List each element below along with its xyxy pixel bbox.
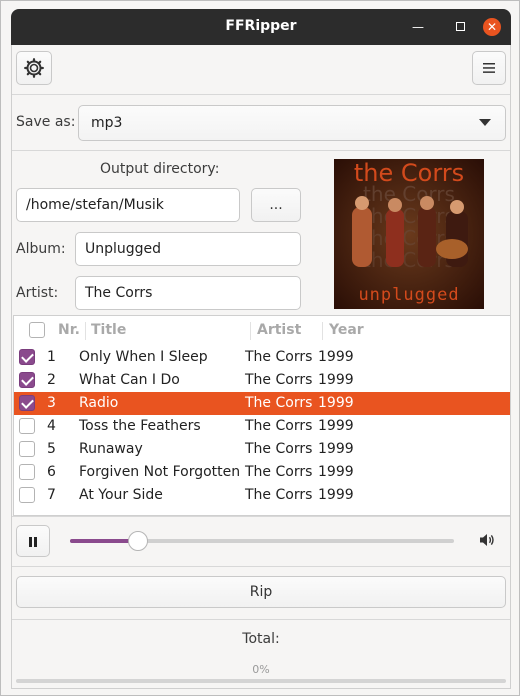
track-title: What Can I Do <box>79 372 180 388</box>
album-cover: the Corrs the Corrs the Corrs the Corrs … <box>334 159 484 309</box>
column-divider <box>250 322 251 340</box>
track-number: 3 <box>47 395 56 411</box>
rip-button[interactable]: Rip <box>16 576 506 608</box>
slider-handle[interactable] <box>127 531 148 551</box>
table-row[interactable]: 4 Toss the Feathers The Corrs 1999 <box>14 415 510 438</box>
track-artist: The Corrs <box>245 487 313 503</box>
cover-top-text: the Corrs <box>353 159 465 187</box>
chevron-down-icon <box>479 119 491 126</box>
total-progress-bar <box>16 679 506 683</box>
album-label: Album: <box>16 241 66 257</box>
track-number: 4 <box>47 418 56 434</box>
settings-button[interactable] <box>16 51 52 85</box>
column-divider <box>85 322 86 340</box>
slider-fill <box>70 539 136 543</box>
rip-separator <box>12 619 510 620</box>
album-input[interactable]: Unplugged <box>75 232 301 266</box>
output-directory-label: Output directory: <box>100 161 220 177</box>
track-title: Forgiven Not Forgotten <box>79 464 241 480</box>
track-artist: The Corrs <box>245 441 313 457</box>
gear-icon <box>24 58 44 78</box>
column-header-artist[interactable]: Artist <box>257 322 301 338</box>
window-title: FFRipper <box>225 18 297 34</box>
artist-value: The Corrs <box>85 285 153 301</box>
track-artist: The Corrs <box>245 418 313 434</box>
track-artist: The Corrs <box>245 464 313 480</box>
track-year: 1999 <box>318 418 354 434</box>
select-all-checkbox[interactable] <box>29 322 45 338</box>
track-checkbox[interactable] <box>19 487 35 503</box>
playback-slider[interactable] <box>70 529 454 553</box>
track-title: Only When I Sleep <box>79 349 208 365</box>
artist-label: Artist: <box>16 285 59 301</box>
table-row[interactable]: 3 Radio The Corrs 1999 <box>14 392 510 415</box>
table-row[interactable]: 6 Forgiven Not Forgotten The Corrs 1999 <box>14 461 510 484</box>
table-row[interactable]: 2 What Can I Do The Corrs 1999 <box>14 369 510 392</box>
save-as-label: Save as: <box>16 114 76 130</box>
track-year: 1999 <box>318 487 354 503</box>
track-checkbox[interactable] <box>19 441 35 457</box>
total-label: Total: <box>242 631 280 647</box>
speaker-icon <box>480 534 494 546</box>
format-separator <box>12 150 510 151</box>
track-checkbox[interactable] <box>19 395 35 411</box>
table-row[interactable]: 7 At Your Side The Corrs 1999 <box>14 484 510 507</box>
player-separator <box>12 566 510 567</box>
cover-bottom-text: unplugged <box>358 285 460 305</box>
track-year: 1999 <box>318 464 354 480</box>
column-header-title[interactable]: Title <box>91 322 126 338</box>
track-year: 1999 <box>318 372 354 388</box>
progress-text: 0% <box>252 663 270 676</box>
track-number: 7 <box>47 487 56 503</box>
volume-button[interactable] <box>478 531 496 553</box>
window-body: Save as: mp3 Output directory: /home/ste… <box>11 45 511 689</box>
menu-button[interactable] <box>472 51 506 85</box>
track-number: 1 <box>47 349 56 365</box>
track-title: At Your Side <box>79 487 163 503</box>
output-directory-input[interactable]: /home/stefan/Musik <box>16 188 240 222</box>
track-number: 5 <box>47 441 56 457</box>
track-title: Radio <box>79 395 119 411</box>
app-window: FFRipper — ✕ Save as: mp3 Output directo… <box>0 0 520 696</box>
title-bar[interactable]: FFRipper — ✕ <box>11 9 511 45</box>
track-year: 1999 <box>318 349 354 365</box>
output-directory-value: /home/stefan/Musik <box>26 197 164 213</box>
table-separator <box>12 516 510 517</box>
format-dropdown-value: mp3 <box>91 115 123 131</box>
track-number: 6 <box>47 464 56 480</box>
pause-icon <box>29 537 37 547</box>
album-value: Unplugged <box>85 241 162 257</box>
artist-input[interactable]: The Corrs <box>75 276 301 310</box>
track-title: Toss the Feathers <box>79 418 201 434</box>
minimize-icon[interactable]: — <box>409 18 427 36</box>
track-artist: The Corrs <box>245 349 313 365</box>
close-icon[interactable]: ✕ <box>483 18 501 36</box>
track-checkbox[interactable] <box>19 372 35 388</box>
track-artist: The Corrs <box>245 372 313 388</box>
table-header: Nr. Title Artist Year <box>14 316 510 344</box>
svg-text:the Corrs: the Corrs <box>363 204 455 228</box>
column-divider <box>322 322 323 340</box>
track-checkbox[interactable] <box>19 349 35 365</box>
table-row[interactable]: 5 Runaway The Corrs 1999 <box>14 438 510 461</box>
column-header-year[interactable]: Year <box>329 322 364 338</box>
hamburger-menu-icon <box>483 63 495 73</box>
pause-button[interactable] <box>16 525 50 557</box>
table-row[interactable]: 1 Only When I Sleep The Corrs 1999 <box>14 346 510 369</box>
track-table: Nr. Title Artist Year 1 Only When I Sleep… <box>13 315 511 516</box>
format-dropdown[interactable]: mp3 <box>78 105 506 141</box>
column-header-nr[interactable]: Nr. <box>58 322 80 338</box>
track-title: Runaway <box>79 441 143 457</box>
track-checkbox[interactable] <box>19 464 35 480</box>
track-year: 1999 <box>318 441 354 457</box>
track-artist: The Corrs <box>245 395 313 411</box>
track-checkbox[interactable] <box>19 418 35 434</box>
toolbar-separator <box>12 94 510 95</box>
track-year: 1999 <box>318 395 354 411</box>
browse-button[interactable]: ... <box>251 188 301 222</box>
maximize-icon[interactable] <box>451 18 469 36</box>
track-number: 2 <box>47 372 56 388</box>
